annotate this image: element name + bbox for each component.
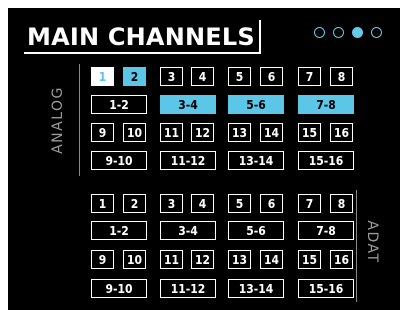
- page-title: MAIN CHANNELS: [27, 23, 255, 51]
- adat-channel-7-button[interactable]: 7: [298, 194, 321, 213]
- analog-channel-9-10-button[interactable]: 9-10: [91, 151, 147, 170]
- analog-channel-11-12-button[interactable]: 11-12: [160, 151, 216, 170]
- page-dot-3[interactable]: [352, 27, 363, 38]
- adat-channel-1-button[interactable]: 1: [91, 194, 114, 213]
- analog-channel-4-button[interactable]: 4: [191, 67, 214, 86]
- adat-channel-15-button[interactable]: 15: [298, 250, 321, 269]
- adat-channel-14-button[interactable]: 14: [260, 250, 283, 269]
- analog-channel-8-button[interactable]: 8: [330, 67, 353, 86]
- analog-channel-6-button[interactable]: 6: [260, 67, 283, 86]
- main-channels-panel: MAIN CHANNELS ANALOG ADAT 1 2 3 4 5 6 7 8 1-2 3-4…: [8, 8, 400, 310]
- page-dot-4[interactable]: [371, 27, 382, 38]
- analog-channel-15-button[interactable]: 15: [298, 123, 321, 142]
- adat-channel-7-8-button[interactable]: 7-8: [298, 221, 354, 240]
- analog-channel-7-8-button[interactable]: 7-8: [298, 95, 354, 114]
- page-dot-1[interactable]: [314, 27, 325, 38]
- adat-channel-13-button[interactable]: 13: [228, 250, 251, 269]
- adat-channel-6-button[interactable]: 6: [260, 194, 283, 213]
- adat-group-label: ADAT: [364, 220, 380, 264]
- analog-channel-5-button[interactable]: 5: [228, 67, 251, 86]
- adat-channel-3-button[interactable]: 3: [160, 194, 183, 213]
- analog-channel-3-4-button[interactable]: 3-4: [160, 95, 216, 114]
- adat-channel-1-2-button[interactable]: 1-2: [91, 221, 147, 240]
- adat-channel-12-button[interactable]: 12: [191, 250, 214, 269]
- adat-channel-9-10-button[interactable]: 9-10: [91, 279, 147, 298]
- analog-channel-1-2-button[interactable]: 1-2: [91, 95, 147, 114]
- adat-channel-10-button[interactable]: 10: [123, 250, 146, 269]
- adat-channel-11-button[interactable]: 11: [160, 250, 183, 269]
- title-divider: [259, 20, 261, 54]
- analog-group-label: ANALOG: [50, 86, 66, 154]
- adat-channel-8-button[interactable]: 8: [330, 194, 353, 213]
- adat-channel-2-button[interactable]: 2: [123, 194, 146, 213]
- adat-group-divider: [356, 190, 357, 302]
- adat-channel-11-12-button[interactable]: 11-12: [160, 279, 216, 298]
- analog-channel-11-button[interactable]: 11: [160, 123, 183, 142]
- page-indicator: [314, 27, 398, 41]
- analog-channel-7-button[interactable]: 7: [298, 67, 321, 86]
- analog-channel-14-button[interactable]: 14: [260, 123, 283, 142]
- analog-group-divider: [79, 64, 80, 176]
- title-underline: [24, 52, 259, 54]
- analog-channel-3-button[interactable]: 3: [160, 67, 183, 86]
- page-dot-2[interactable]: [333, 27, 344, 38]
- adat-channel-5-button[interactable]: 5: [228, 194, 251, 213]
- adat-channel-5-6-button[interactable]: 5-6: [228, 221, 284, 240]
- adat-channel-16-button[interactable]: 16: [330, 250, 353, 269]
- adat-channel-4-button[interactable]: 4: [191, 194, 214, 213]
- adat-channel-3-4-button[interactable]: 3-4: [160, 221, 216, 240]
- analog-channel-16-button[interactable]: 16: [330, 123, 353, 142]
- analog-channel-15-16-button[interactable]: 15-16: [298, 151, 354, 170]
- analog-channel-13-button[interactable]: 13: [228, 123, 251, 142]
- analog-channel-12-button[interactable]: 12: [191, 123, 214, 142]
- analog-channel-10-button[interactable]: 10: [123, 123, 146, 142]
- analog-channel-1-button[interactable]: 1: [91, 67, 114, 86]
- adat-channel-9-button[interactable]: 9: [91, 250, 114, 269]
- analog-channel-2-button[interactable]: 2: [123, 67, 146, 86]
- adat-channel-13-14-button[interactable]: 13-14: [228, 279, 284, 298]
- analog-channel-9-button[interactable]: 9: [91, 123, 114, 142]
- analog-channel-5-6-button[interactable]: 5-6: [228, 95, 284, 114]
- analog-channel-13-14-button[interactable]: 13-14: [228, 151, 284, 170]
- adat-channel-15-16-button[interactable]: 15-16: [298, 279, 354, 298]
